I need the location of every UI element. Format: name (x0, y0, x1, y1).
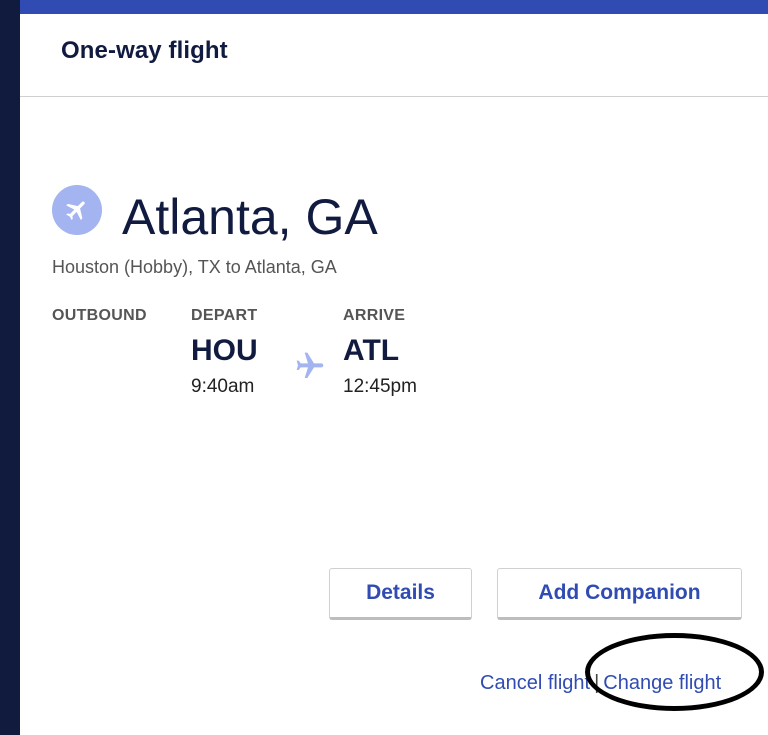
card-title: One-way flight (61, 37, 228, 64)
arrive-label: ARRIVE (343, 307, 406, 324)
details-button[interactable]: Details (329, 568, 472, 620)
depart-label: DEPART (191, 307, 258, 324)
arrive-time: 12:45pm (343, 376, 417, 397)
link-separator: | (594, 672, 600, 694)
depart-time: 9:40am (191, 376, 255, 397)
airplane-icon (52, 185, 102, 235)
card-header: One-way flight (20, 14, 768, 97)
add-companion-button[interactable]: Add Companion (497, 568, 742, 620)
outbound-label: OUTBOUND (52, 307, 147, 324)
page-background: One-way flight Atlanta, GA Houston (Hobb… (0, 0, 768, 735)
flight-card: One-way flight Atlanta, GA Houston (Hobb… (20, 0, 768, 735)
change-flight-link[interactable]: Change flight (603, 672, 721, 694)
flight-action-links: Cancel flight | Change flight (480, 672, 721, 695)
destination-title: Atlanta, GA (122, 189, 378, 245)
cancel-flight-link[interactable]: Cancel flight (480, 672, 590, 694)
plane-arrow-icon (292, 350, 328, 387)
depart-airport-code: HOU (191, 334, 258, 367)
route-description: Houston (Hobby), TX to Atlanta, GA (52, 257, 337, 277)
arrive-airport-code: ATL (343, 334, 400, 367)
